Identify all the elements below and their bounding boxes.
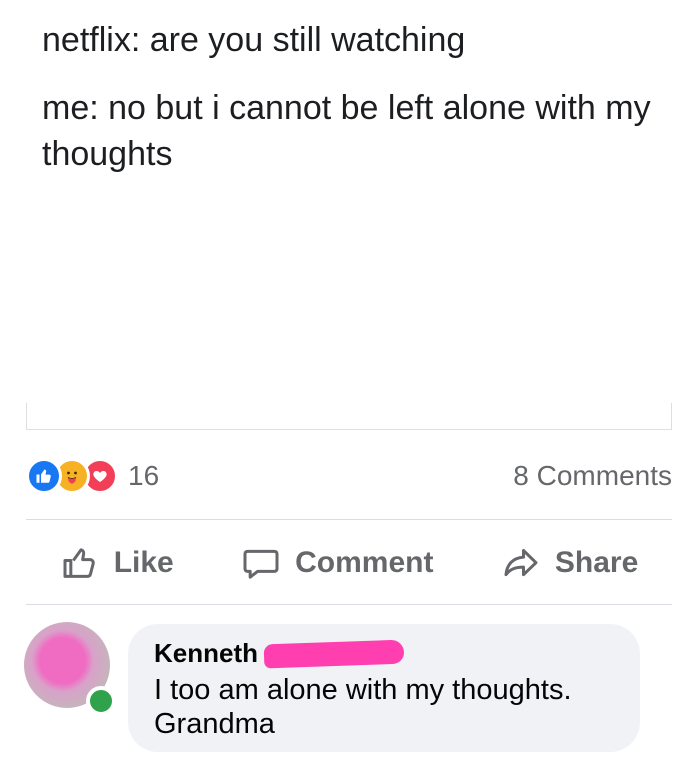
divider	[26, 519, 672, 520]
post-stats: 16 8 Comments	[26, 452, 672, 500]
share-icon	[504, 549, 538, 577]
like-label: Like	[113, 546, 174, 579]
action-bar: Like Comment Share	[26, 522, 672, 604]
post-line-1: netflix: are you still watching	[42, 21, 466, 59]
thumbs-up-icon	[63, 548, 95, 578]
comment-icon	[243, 549, 279, 579]
comment-text: I too am alone with my thoughts. Grandma	[154, 674, 572, 741]
like-reaction-icon	[26, 458, 62, 494]
reactions-summary[interactable]: 16	[26, 458, 159, 494]
post-line-2: me: no but i cannot be left alone with m…	[42, 88, 651, 173]
link-preview-box[interactable]	[26, 403, 672, 430]
share-label: Share	[554, 546, 639, 579]
comment-button[interactable]: Comment	[241, 543, 433, 583]
comment-bubble: Kenneth I too am alone with my thoughts.…	[128, 624, 640, 752]
comment-author[interactable]: Kenneth	[154, 638, 616, 669]
comment-label: Comment	[295, 546, 434, 579]
redaction-mark	[263, 639, 405, 668]
reaction-count[interactable]: 16	[128, 460, 159, 492]
share-button[interactable]: Share	[501, 543, 638, 583]
divider	[26, 604, 672, 605]
post-text: netflix: are you still watching me: no b…	[42, 18, 682, 178]
online-status-dot	[86, 686, 116, 716]
like-button[interactable]: Like	[60, 543, 174, 583]
comment-count[interactable]: 8 Comments	[513, 460, 672, 492]
comment-author-name[interactable]: Kenneth	[154, 638, 258, 669]
commenter-avatar-wrap[interactable]	[24, 622, 124, 716]
